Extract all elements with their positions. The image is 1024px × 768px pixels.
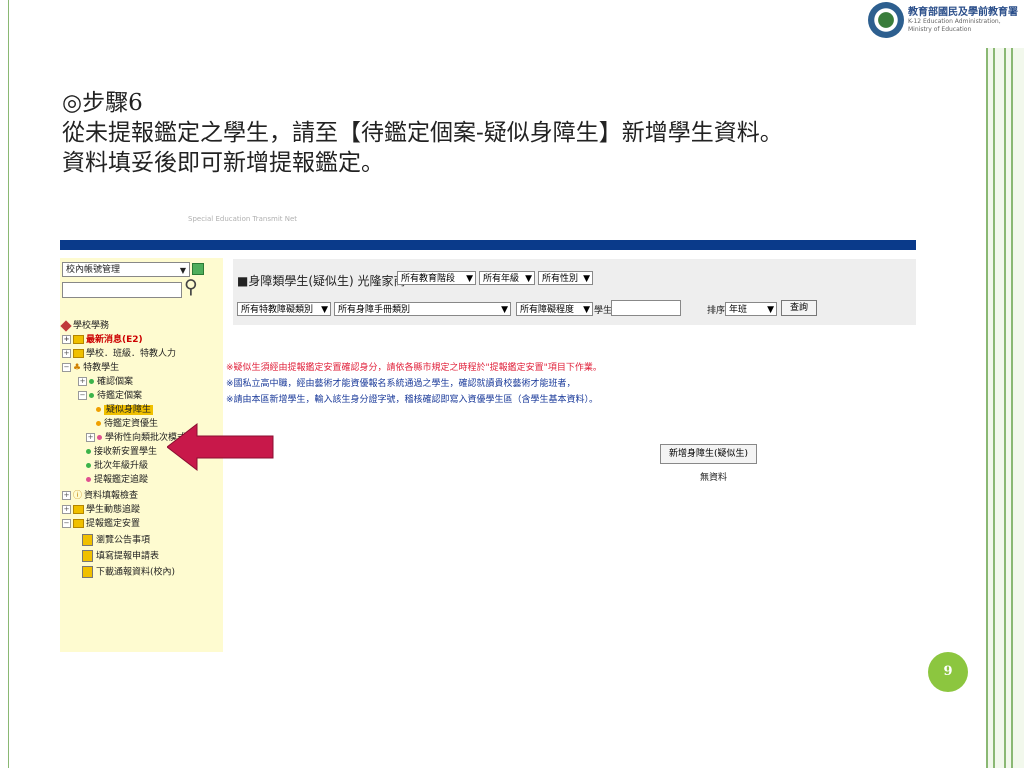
ministry-logo: 教育部國民及學前教育署 K-12 Education Administratio… <box>868 0 1024 48</box>
bullet-icon <box>86 477 91 482</box>
tree-item-pending-gifted[interactable]: 待鑑定資優生 <box>96 418 158 430</box>
document-icon <box>82 566 93 578</box>
tree-item-fill-application[interactable]: 填寫提報申請表 <box>82 550 159 563</box>
tree-item-grade-upgrade[interactable]: 批次年級升級 <box>86 460 148 472</box>
chevron-down-icon: ▼ <box>501 305 508 315</box>
notice-line-3: ※請由本區新增學生，輸入該生身分證字號，稽核確認即寫入資優學生區（含學生基本資料… <box>226 395 599 405</box>
logo-org-en: K-12 Education Administration, Ministry … <box>908 18 1001 34</box>
edu-stage-select[interactable]: 所有教育階段 ▼ <box>397 271 476 285</box>
tree-item-pending-cases[interactable]: − 待鑑定個案 <box>78 390 142 402</box>
chevron-down-icon: ▼ <box>767 305 774 315</box>
tree-item-announcements[interactable]: 瀏覽公告事項 <box>82 534 150 547</box>
logo-org-en-line2: Ministry of Education <box>908 26 972 33</box>
instruction-line-1: 從未提報鑑定之學生，請至【待鑑定個案-疑似身障生】新增學生資料。 <box>62 120 783 146</box>
tree-item-download-report[interactable]: 下載通報資料(校內) <box>82 566 175 579</box>
band-line <box>1004 48 1006 768</box>
expand-icon: + <box>86 433 95 442</box>
logo-org-cn: 教育部國民及學前教育署 <box>908 7 1018 18</box>
filter-panel: ■身障類學生(疑似生) 光隆家商 所有教育階段 ▼ 所有年級 ▼ 所有性別 ▼ 所有特… <box>233 259 916 325</box>
collapse-icon: − <box>62 363 71 372</box>
go-icon[interactable] <box>192 263 204 275</box>
query-button[interactable]: 查詢 <box>781 300 818 316</box>
tree-item-data-check[interactable]: + ⓘ 資料填報檢查 <box>62 490 138 502</box>
no-data-text: 無資料 <box>700 473 728 483</box>
folder-icon <box>73 335 84 344</box>
logo-org-en-line1: K-12 Education Administration, <box>908 18 1001 25</box>
student-label: 學生 <box>594 306 613 316</box>
bullet-icon <box>96 407 101 412</box>
tree-item-class-staff[interactable]: + 學校．班級．特教人力 <box>62 348 176 360</box>
bullet-icon <box>86 463 91 468</box>
severity-select[interactable]: 所有障礙程度 ▼ <box>516 302 593 316</box>
page-number-badge: 9 <box>928 652 968 692</box>
band-line <box>1011 48 1013 768</box>
expand-icon: + <box>78 377 87 386</box>
people-icon: ♣ <box>73 363 82 373</box>
header-bar <box>60 240 916 250</box>
tree-item-student-dynamics[interactable]: + 學生動態追蹤 <box>62 504 140 516</box>
bullet-icon <box>89 379 94 384</box>
account-select[interactable]: 校內帳號管理 ▼ <box>62 262 190 277</box>
expand-icon: + <box>62 335 71 344</box>
tree-item-placement[interactable]: − 提報鑑定安置 <box>62 518 140 530</box>
band-line <box>993 48 995 768</box>
chevron-down-icon: ▼ <box>525 274 532 284</box>
tree-item-news[interactable]: + 最新消息(E2) <box>62 334 143 346</box>
folder-icon <box>73 505 84 514</box>
chevron-down-icon: ▼ <box>321 305 328 315</box>
document-icon <box>82 550 93 562</box>
sidebar-search-input[interactable] <box>62 282 182 298</box>
gender-select[interactable]: 所有性別 ▼ <box>538 271 593 285</box>
tree-item-school[interactable]: 學校學務 <box>60 319 109 332</box>
grade-select[interactable]: 所有年級 ▼ <box>479 271 535 285</box>
search-icon[interactable]: ⚲ <box>184 276 198 298</box>
collapse-icon: − <box>62 519 71 528</box>
slide-heading: ◎步驟6 從未提報鑑定之學生，請至【待鑑定個案-疑似身障生】新增學生資料。 資料… <box>62 88 783 178</box>
tree-item-sped-students[interactable]: − ♣ 特教學生 <box>62 362 119 374</box>
folder-icon <box>73 349 84 358</box>
expand-icon: + <box>62 349 71 358</box>
instruction-line-2: 資料填妥後即可新增提報鑑定。 <box>62 150 384 176</box>
tree-item-suspected-disabled[interactable]: 疑似身障生 <box>96 404 154 416</box>
sort-label: 排序 <box>707 306 726 316</box>
expand-icon: + <box>62 505 71 514</box>
embedded-screenshot: Special Education Transmit Net 校內帳號管理 ▼ … <box>60 212 916 652</box>
bullet-icon <box>89 393 94 398</box>
student-input[interactable] <box>611 300 681 316</box>
seal-icon <box>868 2 904 38</box>
bullet-icon <box>86 449 91 454</box>
folder-icon <box>73 519 84 528</box>
step-title: ◎步驟6 <box>62 90 143 116</box>
handbook-category-select[interactable]: 所有身障手冊類別 ▼ <box>334 302 511 316</box>
account-select-value: 校內帳號管理 <box>66 265 121 275</box>
document-icon <box>82 534 93 546</box>
bullet-icon <box>97 435 102 440</box>
chevron-down-icon: ▼ <box>583 274 590 284</box>
faded-header-text: Special Education Transmit Net <box>188 215 298 223</box>
left-border-line <box>8 0 9 768</box>
chevron-down-icon: ▼ <box>466 274 473 284</box>
tree-item-confirmed-cases[interactable]: + 確認個案 <box>78 376 133 388</box>
sort-select[interactable]: 年班 ▼ <box>725 302 777 316</box>
add-suspected-student-button[interactable]: 新增身障生(疑似生) <box>660 444 758 464</box>
info-icon: ⓘ <box>73 491 83 501</box>
bullet-icon <box>96 421 101 426</box>
notice-line-1: ※疑似生須經由提報鑑定安置確認身分，請依各縣市規定之時程於"提報鑑定安置"項目下… <box>226 363 602 373</box>
tree-item-tracking[interactable]: 提報鑑定追蹤 <box>86 474 148 486</box>
expand-icon: + <box>62 491 71 500</box>
notice-line-2: ※國私立高中職，經由藝術才能資優報名系統通過之學生，確認就讀貴校藝術才能班者， <box>226 379 576 389</box>
filter-title: ■身障類學生(疑似生) 光隆家商 <box>237 274 406 288</box>
band-line <box>986 48 988 768</box>
collapse-icon: − <box>78 391 87 400</box>
special-category-select[interactable]: 所有特教障礙類別 ▼ <box>237 302 331 316</box>
tree-item-receive-new[interactable]: 接收新安置學生 <box>86 446 157 458</box>
pointer-arrow-icon <box>167 422 274 472</box>
pin-icon <box>60 319 72 332</box>
chevron-down-icon: ▼ <box>583 305 590 315</box>
